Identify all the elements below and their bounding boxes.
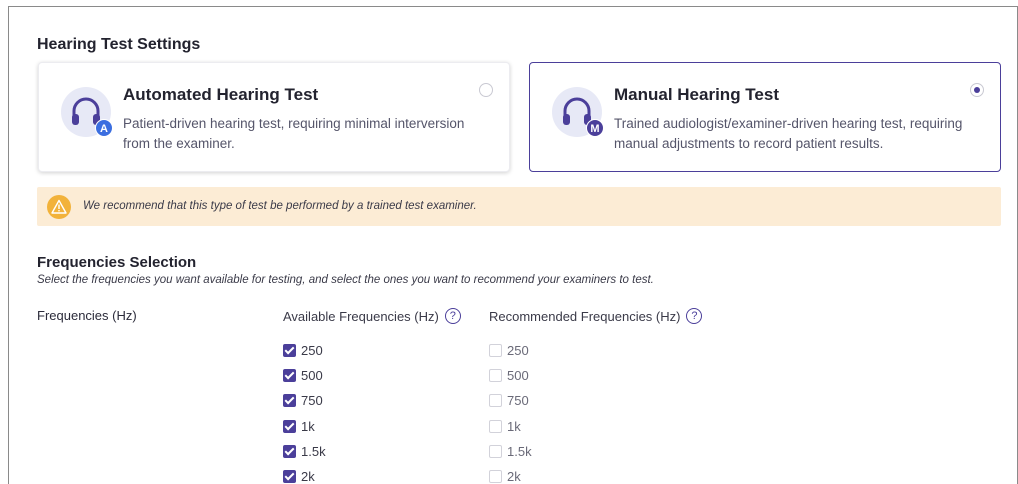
warning-icon bbox=[47, 195, 71, 219]
checkbox-label: 500 bbox=[301, 368, 323, 384]
checkbox-label: 250 bbox=[507, 343, 529, 359]
checkbox[interactable] bbox=[489, 444, 502, 458]
automated-test-radio[interactable] bbox=[479, 83, 493, 97]
checkbox[interactable] bbox=[489, 470, 502, 484]
checkbox-label: 2k bbox=[301, 469, 315, 484]
available-frequency-500[interactable]: 500 bbox=[283, 363, 326, 388]
automated-test-card[interactable]: A Automated Hearing Test Patient-driven … bbox=[38, 62, 510, 172]
checkbox[interactable] bbox=[283, 419, 296, 433]
checkbox[interactable] bbox=[489, 369, 502, 383]
frequencies-title: Frequencies Selection bbox=[37, 254, 197, 271]
checkbox[interactable] bbox=[283, 444, 296, 458]
available-frequency-2k[interactable]: 2k bbox=[283, 464, 326, 484]
headphones-icon: A bbox=[61, 87, 113, 137]
recommended-frequency-500[interactable]: 500 bbox=[489, 363, 532, 388]
checkbox[interactable] bbox=[283, 344, 296, 358]
recommended-frequency-1-5k[interactable]: 1.5k bbox=[489, 439, 532, 464]
automated-test-description: Patient-driven hearing test, requiring m… bbox=[123, 116, 465, 151]
available-frequencies-header: Available Frequencies (Hz) ? bbox=[283, 308, 461, 324]
recommended-frequencies-header: Recommended Frequencies (Hz) ? bbox=[489, 308, 703, 324]
recommended-frequency-250[interactable]: 250 bbox=[489, 338, 532, 363]
recommended-frequency-2k[interactable]: 2k bbox=[489, 464, 532, 484]
checkbox-label: 2k bbox=[507, 469, 521, 484]
checkbox-label: 1.5k bbox=[301, 443, 326, 459]
frequencies-row-label: Frequencies (Hz) bbox=[37, 308, 137, 323]
available-frequencies-list: 250 500 750 1k 1.5k 2k bbox=[283, 338, 326, 484]
manual-badge: M bbox=[586, 119, 604, 137]
frequencies-subtitle: Select the frequencies you want availabl… bbox=[37, 274, 654, 286]
checkbox-label: 750 bbox=[507, 393, 529, 409]
available-frequency-250[interactable]: 250 bbox=[283, 338, 326, 363]
available-header-label: Available Frequencies (Hz) bbox=[283, 308, 439, 324]
available-frequency-750[interactable]: 750 bbox=[283, 388, 326, 413]
help-icon[interactable]: ? bbox=[686, 308, 703, 324]
checkbox-label: 1k bbox=[507, 418, 521, 434]
checkbox[interactable] bbox=[489, 419, 502, 433]
manual-test-radio[interactable] bbox=[970, 83, 984, 97]
available-frequency-1-5k[interactable]: 1.5k bbox=[283, 439, 326, 464]
checkbox-label: 750 bbox=[301, 393, 323, 409]
manual-test-title: Manual Hearing Test bbox=[614, 85, 779, 104]
checkbox-label: 250 bbox=[301, 343, 323, 359]
recommended-header-label: Recommended Frequencies (Hz) bbox=[489, 308, 681, 324]
manual-test-description: Trained audiologist/examiner-driven hear… bbox=[614, 116, 963, 151]
page-title: Hearing Test Settings bbox=[37, 36, 201, 53]
checkbox[interactable] bbox=[283, 369, 296, 383]
automated-badge: A bbox=[95, 119, 113, 137]
help-icon[interactable]: ? bbox=[444, 308, 461, 324]
checkbox[interactable] bbox=[283, 394, 296, 408]
checkbox-label: 1k bbox=[301, 418, 315, 434]
recommended-frequencies-list: 250 500 750 1k 1.5k 2k bbox=[489, 338, 532, 484]
checkbox[interactable] bbox=[489, 394, 502, 408]
recommended-frequency-1k[interactable]: 1k bbox=[489, 414, 532, 439]
recommended-frequency-750[interactable]: 750 bbox=[489, 388, 532, 413]
available-frequency-1k[interactable]: 1k bbox=[283, 414, 326, 439]
checkbox[interactable] bbox=[489, 344, 502, 358]
checkbox-label: 1.5k bbox=[507, 443, 532, 459]
banner-text: We recommend that this type of test be p… bbox=[83, 200, 477, 212]
recommendation-banner: We recommend that this type of test be p… bbox=[37, 187, 1001, 226]
manual-test-card[interactable]: M Manual Hearing Test Trained audiologis… bbox=[529, 62, 1001, 172]
checkbox-label: 500 bbox=[507, 368, 529, 384]
headphones-icon: M bbox=[552, 87, 604, 137]
automated-test-title: Automated Hearing Test bbox=[123, 85, 319, 104]
checkbox[interactable] bbox=[283, 470, 296, 484]
